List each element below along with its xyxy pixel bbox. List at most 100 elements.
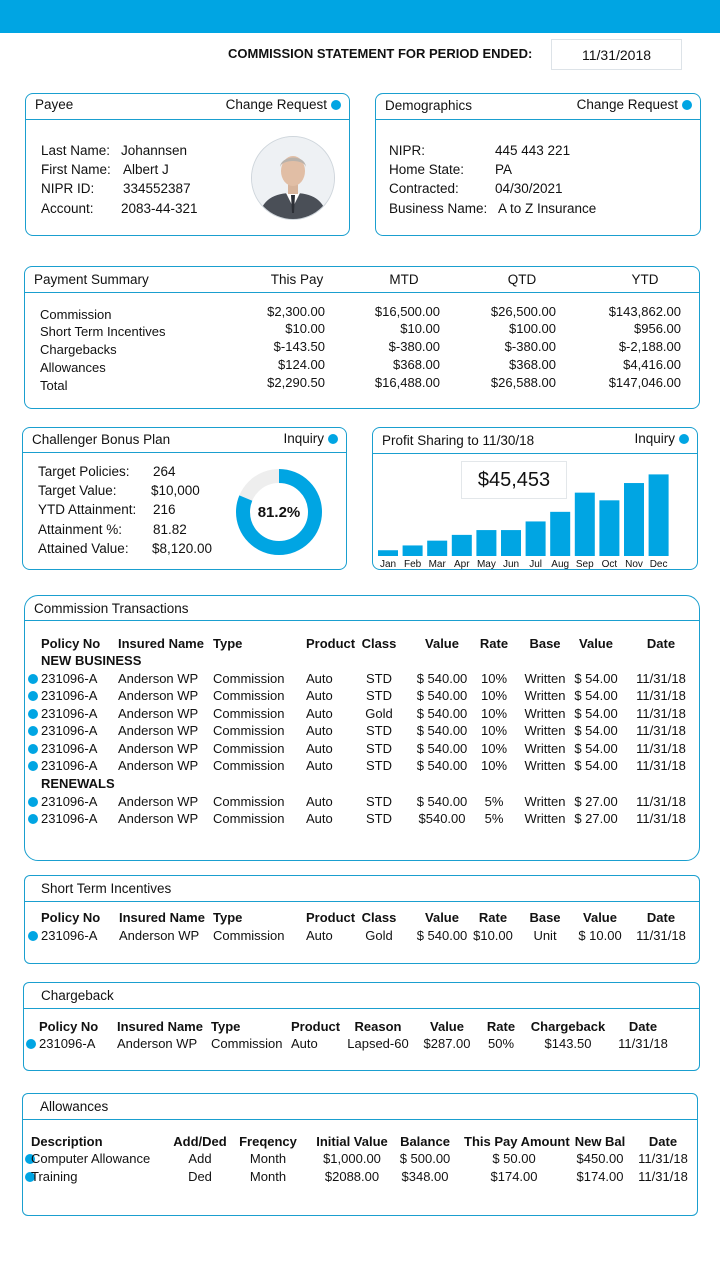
allowances-header-balance-4: Balance — [400, 1134, 450, 1149]
cell-balance: $348.00 — [401, 1169, 449, 1184]
summary-short-term-incentives-mtd: $10.00 — [400, 321, 440, 336]
demo-value-nipr: 445 443 221 — [495, 143, 571, 158]
cell-insured-name: Anderson WP — [118, 758, 199, 773]
bar-jun — [501, 530, 521, 556]
cell-insured-name: Anderson WP — [119, 928, 200, 943]
chargeback-title: Chargeback — [41, 988, 114, 1003]
attainment-donut-chart: 81.2% — [236, 469, 322, 555]
payee-value-nipr-id: 334552387 — [123, 181, 191, 196]
short-term-incentives-header-insured-name-1: Insured Name — [119, 910, 205, 925]
summary-allowances-mtd: $368.00 — [393, 357, 440, 372]
row-select-dot-icon[interactable] — [26, 1039, 36, 1049]
demographics-title: Demographics — [385, 98, 473, 113]
payee-change-request-link[interactable]: Change Request — [226, 97, 341, 112]
commission-transactions-header-date-9: Date — [646, 636, 676, 651]
cell-date: 11/31/18 — [638, 1151, 688, 1166]
commission-transactions-header-policy-no-0: Policy No — [41, 636, 101, 651]
row-select-dot-icon[interactable] — [28, 744, 38, 754]
summary-allowances-qtd: $368.00 — [509, 357, 556, 372]
summary-row-label-allowances: Allowances — [40, 360, 106, 375]
period-date-field[interactable]: 11/31/2018 — [551, 39, 682, 70]
summary-total-ytd: $147,046.00 — [608, 375, 681, 390]
cell-insured-name: Anderson WP — [117, 1036, 198, 1051]
inquiry-dot-icon — [679, 433, 689, 444]
payee-title: Payee — [35, 97, 74, 112]
group-label-new-business: NEW BUSINESS — [41, 653, 142, 668]
allowances-title: Allowances — [40, 1099, 109, 1114]
cell-date: 11/31/18 — [618, 1036, 668, 1051]
cell-policy-no: 231096-A — [41, 671, 98, 686]
col-mtd: MTD — [389, 272, 419, 287]
cell-policy-no: 231096-A — [41, 794, 98, 809]
bonus-label-target-value: Target Value: — [38, 483, 117, 498]
allowances-header: Allowances — [23, 1094, 697, 1120]
summary-short-term-incentives-ytd: $956.00 — [634, 321, 681, 336]
row-select-dot-icon[interactable] — [28, 931, 38, 941]
payee-label-last-name: Last Name: — [41, 143, 111, 158]
bar-sep — [574, 492, 595, 556]
cell-type: Commission — [213, 811, 285, 826]
profit-sharing-inquiry-link[interactable]: Inquiry — [634, 431, 689, 446]
summary-commission-ytd: $143,862.00 — [608, 304, 681, 319]
cell-balance: $ 500.00 — [399, 1151, 451, 1166]
payee-card-header: Payee Change Request — [26, 94, 349, 120]
cell-type: Commission — [213, 671, 285, 686]
inquiry-dot-icon — [328, 433, 338, 444]
summary-row-label-short-term-incentives: Short Term Incentives — [40, 324, 166, 339]
chargeback-header: Chargeback — [24, 983, 699, 1009]
summary-short-term-incentives-this-pay: $10.00 — [285, 321, 325, 336]
row-select-dot-icon[interactable] — [28, 691, 38, 701]
bonus-plan-card: Challenger Bonus Plan Inquiry Target Pol… — [22, 427, 347, 570]
avatar — [251, 136, 335, 220]
profit-sharing-total: $45,453 — [461, 461, 567, 499]
bonus-plan-header: Challenger Bonus Plan Inquiry — [23, 428, 346, 453]
payment-summary-card: Payment Summary This Pay MTD QTD YTD Com… — [24, 266, 700, 409]
short-term-incentives-header-type-2: Type — [213, 910, 243, 925]
row-select-dot-icon[interactable] — [28, 674, 38, 684]
summary-commission-this-pay: $2,300.00 — [267, 304, 325, 319]
cell-policy-no: 231096-A — [41, 811, 98, 826]
cell-policy-no: 231096-A — [41, 741, 98, 756]
cell-date: 11/31/18 — [638, 1169, 688, 1184]
col-this-pay: This Pay — [270, 272, 324, 287]
summary-row-label-total: Total — [40, 378, 68, 393]
bonus-plan-inquiry-label: Inquiry — [283, 431, 324, 446]
bar-feb — [402, 545, 423, 556]
summary-row-label-commission: Commission — [40, 307, 112, 322]
payee-label-account: Account: — [41, 201, 94, 216]
cell-date: 11/31/18 — [636, 741, 686, 756]
row-select-dot-icon[interactable] — [28, 709, 38, 719]
chargeback-header-type-2: Type — [211, 1019, 241, 1034]
row-select-dot-icon[interactable] — [28, 761, 38, 771]
bonus-value-attainment-pct: 81.82 — [153, 522, 187, 537]
tick-label-jan: Jan — [380, 559, 396, 570]
row-select-dot-icon[interactable] — [28, 814, 38, 824]
cell-policy-no: 231096-A — [41, 928, 98, 943]
bonus-value-target-policies: 264 — [153, 464, 176, 479]
cell-product: Auto — [291, 1036, 318, 1051]
demo-label-contracted: Contracted: — [389, 181, 459, 196]
bar-aug — [550, 511, 571, 556]
tick-label-nov: Nov — [625, 559, 643, 570]
short-term-incentives-header-date-9: Date — [646, 910, 676, 925]
tick-label-aug: Aug — [551, 559, 569, 570]
demographics-change-request-link[interactable]: Change Request — [577, 97, 692, 112]
cell-type: Commission — [213, 794, 285, 809]
short-term-incentives-header-policy-no-0: Policy No — [41, 910, 101, 925]
demographics-card-header: Demographics Change Request — [376, 94, 700, 120]
cell-date: 11/31/18 — [636, 706, 686, 721]
donut-label: 81.2% — [258, 504, 301, 521]
demo-value-business-name: A to Z Insurance — [498, 201, 597, 216]
tick-label-oct: Oct — [602, 559, 618, 570]
cell-date: 11/31/18 — [636, 723, 686, 738]
bar-may — [476, 530, 497, 556]
cell-date: 11/31/18 — [636, 928, 686, 943]
cell-type: Commission — [213, 723, 285, 738]
demo-label-business-name: Business Name: — [389, 201, 488, 216]
bonus-plan-inquiry-link[interactable]: Inquiry — [283, 431, 338, 446]
cell-type: Commission — [213, 758, 285, 773]
payment-summary-header: Payment Summary This Pay MTD QTD YTD — [25, 267, 699, 293]
row-select-dot-icon[interactable] — [28, 797, 38, 807]
tick-label-apr: Apr — [454, 559, 470, 570]
row-select-dot-icon[interactable] — [28, 726, 38, 736]
